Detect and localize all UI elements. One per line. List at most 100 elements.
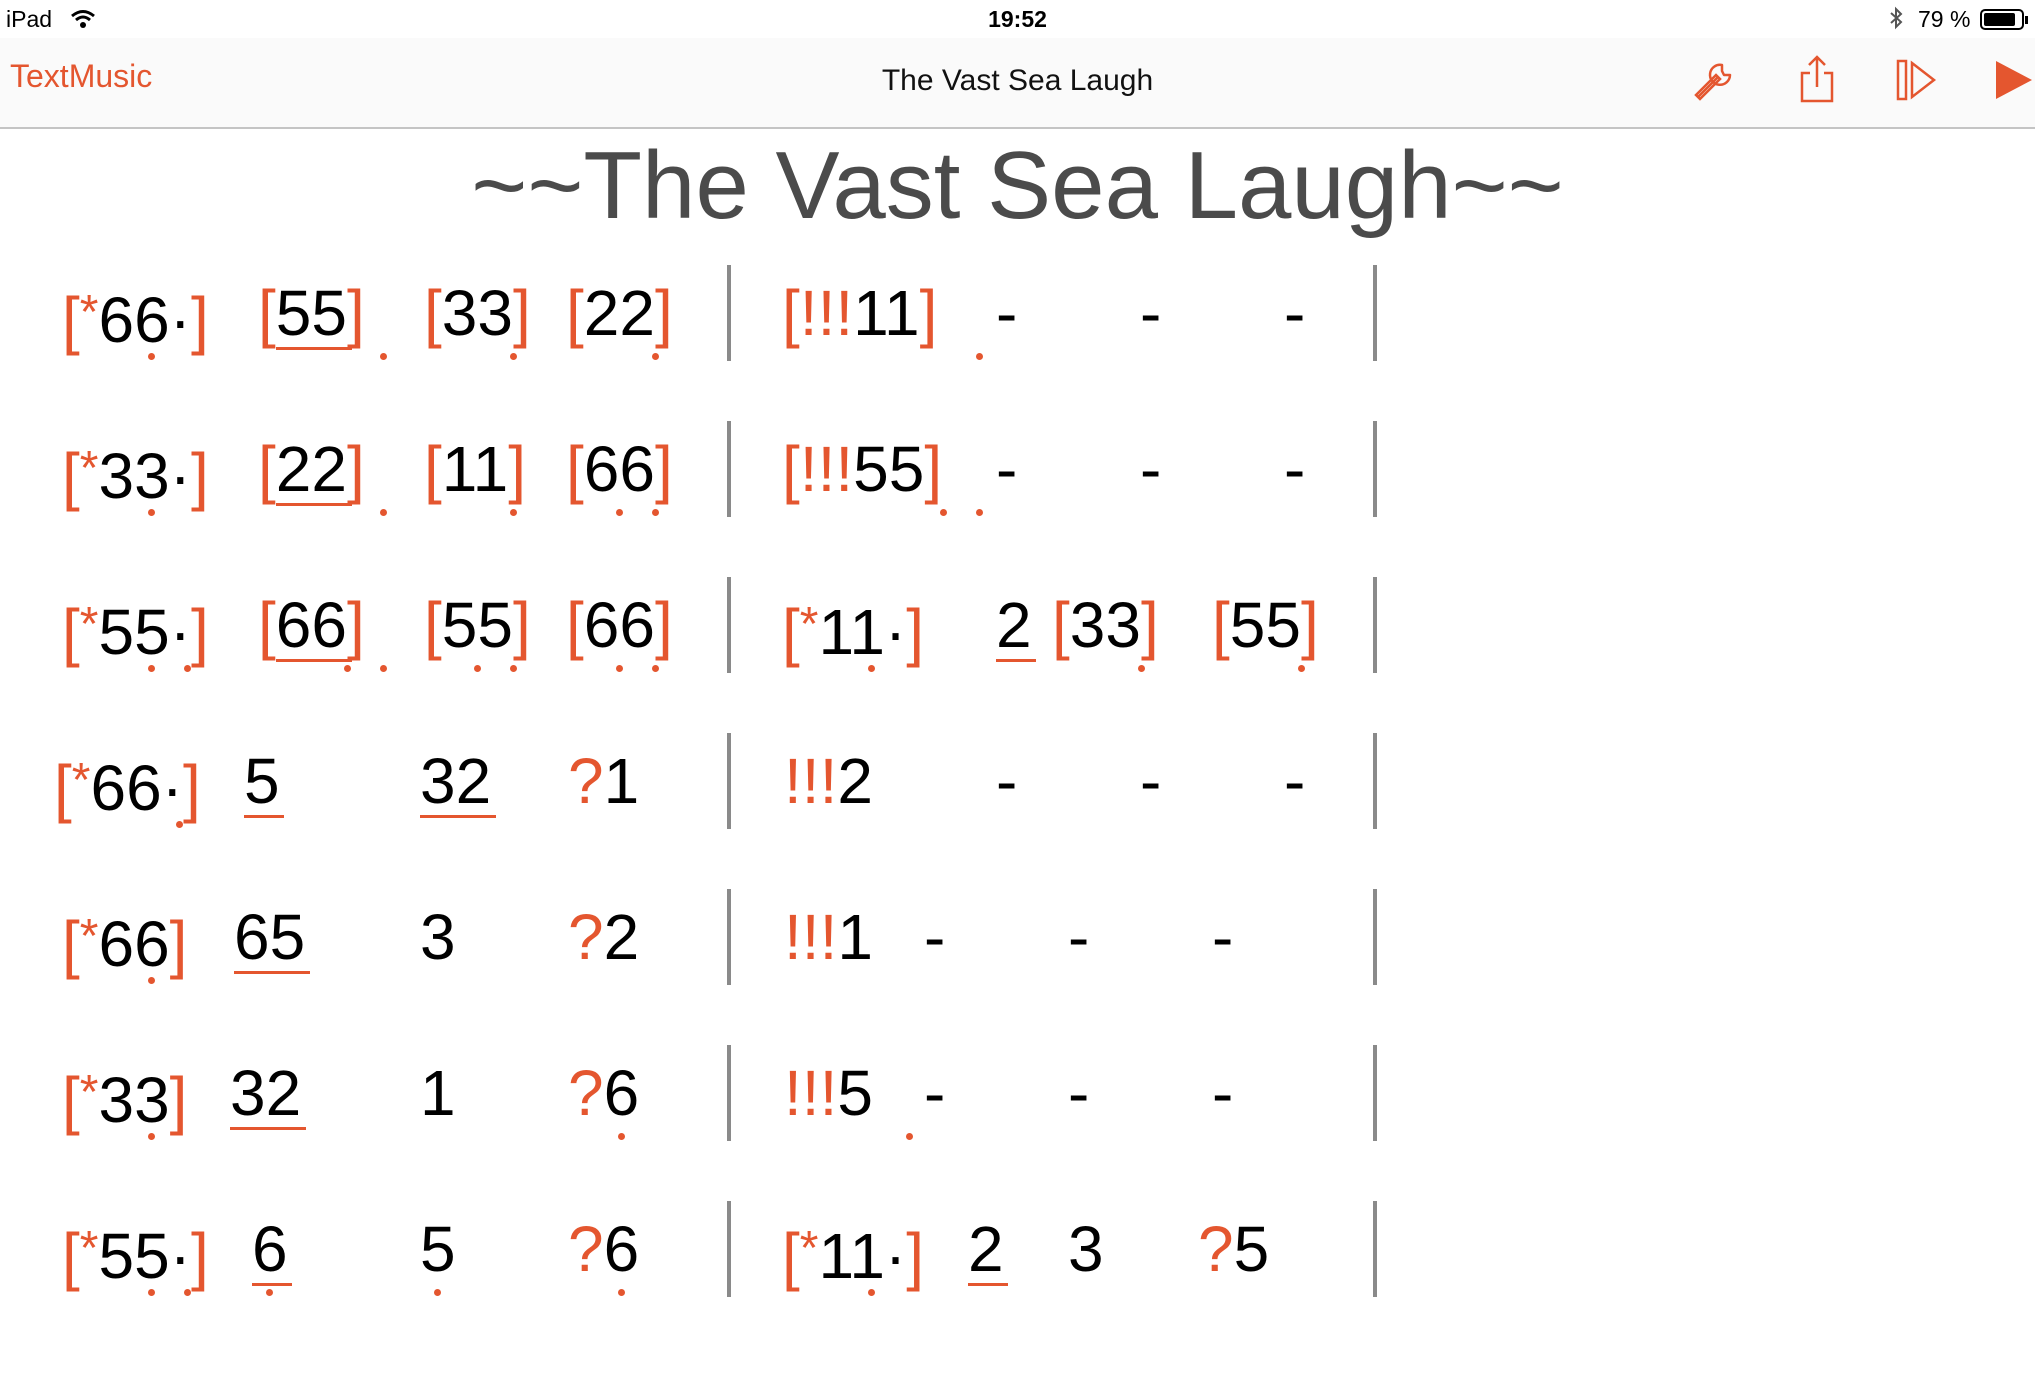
underline	[420, 815, 496, 818]
note-token: 2	[996, 589, 1032, 661]
note-token: -	[1212, 901, 1234, 973]
note-token: [66]	[566, 433, 673, 505]
octave-dot	[510, 665, 517, 672]
octave-dot	[616, 665, 623, 672]
note-token: -	[996, 745, 1018, 817]
bluetooth-icon	[1888, 6, 1904, 36]
note-token: 5	[420, 1213, 456, 1285]
note-token: -	[1212, 1057, 1234, 1129]
barline	[1373, 265, 1377, 361]
note-token: 3	[1068, 1213, 1104, 1285]
octave-dot	[266, 1289, 273, 1296]
note-token: ?1	[568, 745, 640, 817]
underline	[230, 1127, 306, 1130]
note-token: [22]	[258, 433, 365, 505]
barline	[727, 577, 731, 673]
octave-dot	[616, 509, 623, 516]
note-token: [*33·]	[62, 440, 209, 512]
octave-dot	[510, 353, 517, 360]
note-token: [66]	[258, 589, 365, 661]
octave-dot	[176, 821, 183, 828]
barline	[1373, 577, 1377, 673]
octave-dot	[344, 665, 351, 672]
note-token: -	[1068, 901, 1090, 973]
barline	[727, 265, 731, 361]
clock: 19:52	[988, 6, 1047, 32]
octave-dot	[148, 977, 155, 984]
note-token: -	[924, 1057, 946, 1129]
note-token: [22]	[566, 277, 673, 349]
note-token: [11]	[424, 433, 526, 505]
note-token: 32	[420, 745, 492, 817]
note-token: -	[924, 901, 946, 973]
octave-dot	[652, 353, 659, 360]
octave-dot	[148, 509, 155, 516]
octave-dot	[434, 1289, 441, 1296]
octave-dot	[148, 1133, 155, 1140]
underline	[968, 1283, 1008, 1286]
note-token: [55]	[424, 589, 531, 661]
note-token: [*66]	[62, 908, 188, 980]
navigation-bar: TextMusic The Vast Sea Laugh	[0, 38, 2035, 129]
note-token: [33]	[424, 277, 531, 349]
octave-dot	[906, 1133, 913, 1140]
note-token: [*11·]	[782, 1220, 924, 1292]
note-token: [33]	[1052, 589, 1159, 661]
octave-dot	[868, 1289, 875, 1296]
underline	[234, 971, 310, 974]
note-token: 3	[420, 901, 456, 973]
octave-dot	[474, 665, 481, 672]
play-icon[interactable]	[1984, 53, 2035, 107]
octave-dot	[868, 665, 875, 672]
note-token: -	[996, 433, 1018, 505]
note-token: !!!2	[784, 745, 873, 817]
note-token: [55]	[258, 277, 365, 349]
note-token: -	[1140, 277, 1162, 349]
note-token: [*55·]	[62, 1220, 209, 1292]
step-play-icon[interactable]	[1886, 53, 1940, 107]
octave-dot	[976, 353, 983, 360]
barline	[727, 1045, 731, 1141]
note-token: 2	[968, 1213, 1004, 1285]
octave-dot	[1298, 665, 1305, 672]
note-token: !!!1	[784, 901, 873, 973]
octave-dot	[510, 509, 517, 516]
octave-dot	[148, 665, 155, 672]
note-token: [*33]	[62, 1064, 188, 1136]
octave-dot	[652, 509, 659, 516]
octave-dot	[380, 509, 387, 516]
underline	[276, 659, 352, 662]
underline	[276, 503, 352, 506]
note-token: 6	[252, 1213, 288, 1285]
note-token: ?5	[1198, 1213, 1270, 1285]
underline	[996, 659, 1036, 662]
battery-icon	[1980, 9, 2030, 37]
octave-dot	[184, 1289, 191, 1296]
note-token: -	[996, 277, 1018, 349]
status-bar: iPad 19:52 79 %	[0, 0, 2035, 38]
octave-dot	[380, 353, 387, 360]
octave-dot	[618, 1289, 625, 1296]
note-token: 32	[230, 1057, 302, 1129]
note-token: ?6	[568, 1213, 640, 1285]
note-token: -	[1284, 433, 1306, 505]
share-icon[interactable]	[1790, 53, 1844, 107]
note-token: -	[1140, 745, 1162, 817]
barline	[727, 889, 731, 985]
note-token: 65	[234, 901, 306, 973]
underline	[244, 815, 284, 818]
wrench-icon[interactable]	[1688, 53, 1742, 107]
octave-dot	[940, 509, 947, 516]
note-token: -	[1284, 277, 1306, 349]
note-token: -	[1140, 433, 1162, 505]
note-token: 5	[244, 745, 280, 817]
barline	[1373, 733, 1377, 829]
note-token: !!!5	[784, 1057, 873, 1129]
octave-dot	[148, 1289, 155, 1296]
octave-dot	[618, 1133, 625, 1140]
octave-dot	[380, 665, 387, 672]
underline	[276, 347, 352, 350]
note-token: 1	[420, 1057, 456, 1129]
barline	[1373, 1201, 1377, 1297]
octave-dot	[148, 353, 155, 360]
